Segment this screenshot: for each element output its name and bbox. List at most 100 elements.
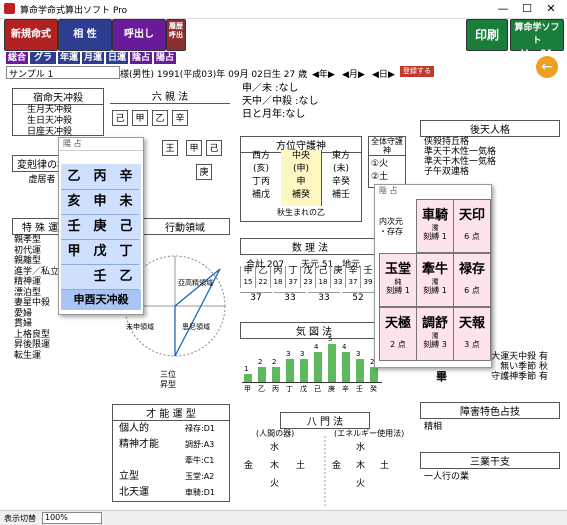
rokushin-cell: 己	[206, 140, 222, 156]
saino-row: 個人的 禄存:D1	[113, 421, 229, 437]
saino-panel: 才 能 運 型 個人的 禄存:D1 精神才能 調舒:A3 牽牛:C1 立型 玉堂:A2 北天運…	[112, 404, 230, 502]
back-arrow-icon[interactable]: ←	[536, 56, 558, 78]
saino-row-label: 精神才能	[119, 439, 159, 450]
rokushin-cell: 辛	[172, 110, 188, 126]
zoom-select[interactable]: 100%	[42, 512, 102, 524]
rokushin-cell: 庚	[196, 164, 212, 180]
inzen-cell: 調舒濁刻縛 3	[416, 307, 454, 361]
suri-stem-char: 丁	[288, 266, 298, 276]
kizu-value-label: 3	[286, 350, 291, 359]
rokushin-cell: 甲	[132, 110, 148, 126]
year-nav[interactable]: ◀年▶	[312, 67, 335, 80]
hogaku-val: 補戊	[251, 190, 270, 200]
day-nav[interactable]: ◀日▶	[372, 67, 395, 80]
month-label: 月	[348, 70, 358, 80]
tab-graph[interactable]: グラフ	[30, 52, 56, 75]
kodo-title: 行動領域	[140, 218, 230, 235]
yozen-cell: 甲	[61, 239, 87, 265]
print-button[interactable]: 印刷	[466, 19, 508, 51]
yozen-popup-title: 陽 占	[59, 138, 143, 151]
hogaku-sub: (未)	[332, 164, 350, 174]
yozen-cell: 丙	[87, 164, 113, 190]
hogaku-sub: (亥)	[252, 164, 270, 174]
kizu-category: 壬	[356, 385, 363, 393]
shogai-panel: 障害特色占技 精相	[420, 402, 560, 432]
rokushin-cell: 乙	[152, 110, 168, 126]
svg-text:木: 木	[270, 459, 279, 471]
inzen-cell: 禄存 6 点	[453, 253, 491, 307]
shogai-title: 障害特色占技	[420, 402, 560, 419]
inzen-cell-sub	[454, 277, 490, 285]
suri-stem-num: 33	[333, 278, 343, 286]
recall-button[interactable]: 呼出し	[112, 19, 166, 51]
rokushin-cell: 王	[162, 140, 178, 156]
register-button[interactable]: 登録する	[400, 66, 434, 77]
suri-stem: 甲 15	[240, 266, 255, 288]
suri-title: 数 理 法	[240, 238, 380, 255]
yozen-popup[interactable]: 陽 占 乙丙辛亥申未壬庚己甲戊丁壬乙 申酉天冲殺	[58, 137, 144, 315]
yozen-cell: 庚	[87, 214, 113, 240]
hogaku-col: 中央	[291, 151, 310, 161]
hogaku-sub: (申)	[292, 164, 310, 174]
kizu-category: 癸	[370, 385, 377, 393]
kizu-value-label: 4	[342, 342, 347, 351]
saino-row-label	[119, 453, 185, 469]
history-button[interactable]: 履歴呼出	[166, 19, 186, 51]
inzen-cell: 牽牛濁刻縛 1	[416, 253, 454, 307]
kodo-bottom: 三位 昇型	[160, 370, 176, 390]
tab-month[interactable]: 月運	[82, 52, 104, 64]
suri-stem-num: 15	[243, 278, 253, 286]
tab-sogo[interactable]: 総合	[6, 52, 28, 64]
suri-sum: 37	[240, 292, 272, 303]
suri-stem: 壬 39	[360, 266, 375, 288]
tab-yozen[interactable]: 陽占	[154, 52, 176, 64]
zentai-title: 全体守護神	[369, 137, 405, 156]
inzen-cell-sub: 濁	[431, 224, 439, 232]
kizu-bar	[356, 359, 364, 382]
info-line: 天中／中殺 :なし	[242, 96, 319, 107]
inzen-popup[interactable]: 陰 占 内次元 ・存存 車騎濁刻縛 1 天印 6 点玉堂純刻縛 1 牽牛濁刻縛 1 禄存…	[374, 184, 492, 368]
tokushu-line: 転生運	[14, 350, 42, 361]
rm-val: 秋	[538, 362, 548, 372]
kizu-category: 甲	[244, 385, 251, 393]
kodo-label: 亞高精領域	[178, 279, 213, 287]
tab-inzen[interactable]: 陰占	[130, 52, 152, 64]
inzen-cell-sub2: 刻縛 1	[423, 232, 447, 241]
kizu-value-label: 2	[272, 357, 277, 366]
inzen-cell-title: 天報	[458, 316, 485, 331]
rm-val: 有	[538, 352, 548, 362]
yozen-cell: 未	[113, 189, 139, 215]
close-button[interactable]: ✕	[538, 2, 564, 16]
maximize-button[interactable]: ☐	[514, 2, 540, 16]
suri-stem-char: 丙	[273, 266, 283, 276]
tab-year[interactable]: 年運	[58, 52, 80, 64]
saino-title: 才 能 運 型	[113, 405, 229, 421]
suri-stem: 丁 37	[285, 266, 300, 288]
zentai-line: ①火	[371, 159, 389, 169]
suri-stem-num: 37	[288, 278, 298, 286]
kizu-value-label: 1	[244, 365, 249, 374]
compatibility-button[interactable]: 相 性	[58, 19, 112, 51]
kizu-category: 乙	[258, 385, 265, 393]
tab-day[interactable]: 日運	[106, 52, 128, 64]
kotenjinkaku-line: 侠殺持丘格	[424, 137, 470, 147]
kizu-category: 庚	[328, 385, 335, 393]
yozen-cell: 乙	[61, 164, 87, 190]
yozen-cell: 辛	[113, 164, 139, 190]
new-chart-button[interactable]: 新規命式	[4, 19, 58, 51]
svg-text:火: 火	[270, 478, 279, 489]
month-nav[interactable]: ◀月▶	[342, 67, 365, 80]
brand-line1: 算命学ソフト	[514, 23, 560, 46]
kizu-value-label: 2	[258, 357, 263, 366]
inzen-cell-sub2: 刻縛 1	[423, 286, 447, 295]
saino-row-value: 車騎:D1	[185, 488, 215, 497]
year-label: 年	[318, 70, 328, 80]
minimize-button[interactable]: —	[490, 2, 516, 16]
tokushu-line: 昇後限運	[14, 340, 51, 350]
inzen-cell-title: 牽牛	[421, 262, 448, 277]
inzen-cell-title: 禄存	[458, 262, 485, 277]
inzen-popup-title: 陰 占	[379, 186, 398, 195]
inzen-cell: 車騎濁刻縛 1	[416, 199, 454, 253]
sangyo-panel: 三業干支 一人行の業	[420, 452, 560, 482]
kizu-bar	[244, 374, 252, 382]
